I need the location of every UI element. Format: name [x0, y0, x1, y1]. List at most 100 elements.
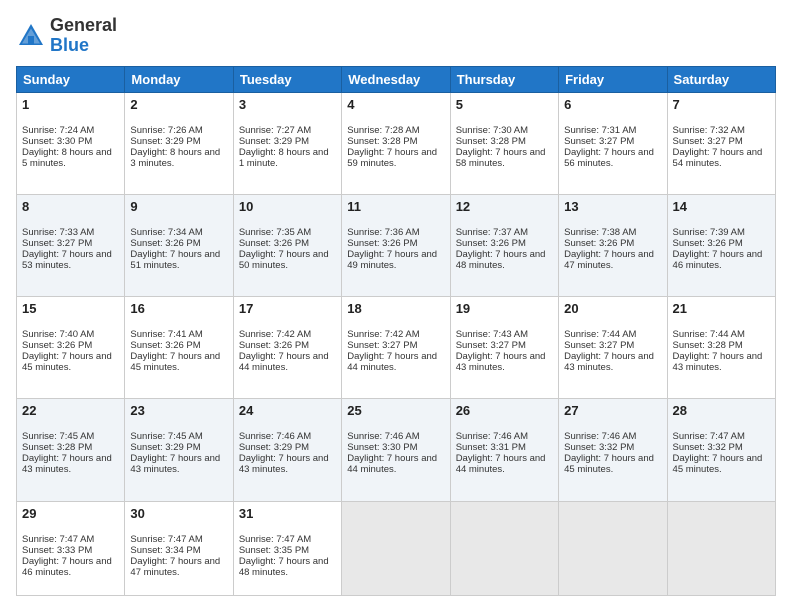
daylight-text: Daylight: 7 hours and 48 minutes. [239, 556, 329, 578]
daylight-text: Daylight: 7 hours and 58 minutes. [456, 147, 546, 169]
daylight-text: Daylight: 8 hours and 5 minutes. [22, 147, 112, 169]
day-number: 18 [347, 301, 444, 316]
day-number: 9 [130, 199, 227, 214]
table-row: 30Sunrise: 7:47 AMSunset: 3:34 PMDayligh… [125, 501, 233, 595]
sunrise-text: Sunrise: 7:46 AM [239, 431, 311, 442]
sunrise-text: Sunrise: 7:47 AM [673, 431, 745, 442]
sunrise-text: Sunrise: 7:36 AM [347, 227, 419, 238]
logo-blue: Blue [50, 35, 89, 55]
table-row: 29 Sunrise: 7:47 AMSunset: 3:33 PMDayligh… [17, 501, 125, 595]
sunset-text: Sunset: 3:26 PM [347, 238, 417, 249]
col-tuesday: Tuesday [233, 66, 341, 92]
day-number: 29 [22, 506, 119, 521]
sunset-text: Sunset: 3:27 PM [456, 340, 526, 351]
table-row [559, 501, 667, 595]
col-friday: Friday [559, 66, 667, 92]
header: General Blue [16, 16, 776, 56]
table-row: 1Sunrise: 7:24 AMSunset: 3:30 PMDaylight… [17, 92, 125, 194]
sunset-text: Sunset: 3:28 PM [456, 136, 526, 147]
daylight-text: Daylight: 7 hours and 45 minutes. [22, 351, 112, 373]
sunrise-text: Sunrise: 7:42 AM [347, 329, 419, 340]
sunrise-text: Sunrise: 7:26 AM [130, 125, 202, 136]
sunrise-text: Sunrise: 7:45 AM [130, 431, 202, 442]
sunset-text: Sunset: 3:33 PM [22, 545, 92, 556]
daylight-text: Daylight: 7 hours and 45 minutes. [564, 453, 654, 475]
day-number: 14 [673, 199, 770, 214]
sunset-text: Sunset: 3:29 PM [130, 136, 200, 147]
sunrise-text: Sunrise: 7:38 AM [564, 227, 636, 238]
sunrise-text: Sunrise: 7:37 AM [456, 227, 528, 238]
table-row: 15Sunrise: 7:40 AMSunset: 3:26 PMDayligh… [17, 297, 125, 399]
sunset-text: Sunset: 3:32 PM [673, 442, 743, 453]
day-number: 23 [130, 403, 227, 418]
calendar-table: Sunday Monday Tuesday Wednesday Thursday… [16, 66, 776, 596]
col-wednesday: Wednesday [342, 66, 450, 92]
sunset-text: Sunset: 3:27 PM [564, 340, 634, 351]
table-row: 4Sunrise: 7:28 AMSunset: 3:28 PMDaylight… [342, 92, 450, 194]
sunrise-text: Sunrise: 7:28 AM [347, 125, 419, 136]
col-sunday: Sunday [17, 66, 125, 92]
sunset-text: Sunset: 3:30 PM [347, 442, 417, 453]
sunset-text: Sunset: 3:26 PM [564, 238, 634, 249]
daylight-text: Daylight: 7 hours and 47 minutes. [130, 556, 220, 578]
table-row: 16Sunrise: 7:41 AMSunset: 3:26 PMDayligh… [125, 297, 233, 399]
sunset-text: Sunset: 3:26 PM [456, 238, 526, 249]
day-number: 21 [673, 301, 770, 316]
sunrise-text: Sunrise: 7:34 AM [130, 227, 202, 238]
day-number: 17 [239, 301, 336, 316]
sunset-text: Sunset: 3:27 PM [22, 238, 92, 249]
table-row: 2 Sunrise: 7:26 AMSunset: 3:29 PMDaylight… [125, 92, 233, 194]
table-row: 18Sunrise: 7:42 AMSunset: 3:27 PMDayligh… [342, 297, 450, 399]
daylight-text: Daylight: 7 hours and 53 minutes. [22, 249, 112, 271]
page: General Blue Sunday Monday Tuesday Wedne… [0, 0, 792, 612]
day-number: 8 [22, 199, 119, 214]
sunrise-text: Sunrise: 7:46 AM [347, 431, 419, 442]
day-number: 6 [564, 97, 661, 112]
table-row [342, 501, 450, 595]
logo-general: General [50, 15, 117, 35]
day-number: 5 [456, 97, 553, 112]
sunrise-text: Sunrise: 7:39 AM [673, 227, 745, 238]
table-row: 11Sunrise: 7:36 AMSunset: 3:26 PMDayligh… [342, 194, 450, 296]
sunset-text: Sunset: 3:35 PM [239, 545, 309, 556]
daylight-text: Daylight: 7 hours and 46 minutes. [22, 556, 112, 578]
day-number: 19 [456, 301, 553, 316]
sunrise-text: Sunrise: 7:24 AM [22, 125, 94, 136]
daylight-text: Daylight: 7 hours and 59 minutes. [347, 147, 437, 169]
sunrise-text: Sunrise: 7:40 AM [22, 329, 94, 340]
sunrise-text: Sunrise: 7:47 AM [22, 534, 94, 545]
table-row: 26Sunrise: 7:46 AMSunset: 3:31 PMDayligh… [450, 399, 558, 501]
daylight-text: Daylight: 7 hours and 43 minutes. [130, 453, 220, 475]
table-row: 20Sunrise: 7:44 AMSunset: 3:27 PMDayligh… [559, 297, 667, 399]
daylight-text: Daylight: 7 hours and 45 minutes. [673, 453, 763, 475]
day-number: 26 [456, 403, 553, 418]
daylight-text: Daylight: 8 hours and 1 minute. [239, 147, 329, 169]
col-monday: Monday [125, 66, 233, 92]
daylight-text: Daylight: 7 hours and 51 minutes. [130, 249, 220, 271]
day-number: 31 [239, 506, 336, 521]
table-row: 3Sunrise: 7:27 AMSunset: 3:29 PMDaylight… [233, 92, 341, 194]
table-row: 10Sunrise: 7:35 AMSunset: 3:26 PMDayligh… [233, 194, 341, 296]
sunrise-text: Sunrise: 7:47 AM [239, 534, 311, 545]
sunrise-text: Sunrise: 7:31 AM [564, 125, 636, 136]
table-row [667, 501, 775, 595]
daylight-text: Daylight: 7 hours and 45 minutes. [130, 351, 220, 373]
table-row: 17Sunrise: 7:42 AMSunset: 3:26 PMDayligh… [233, 297, 341, 399]
sunset-text: Sunset: 3:27 PM [347, 340, 417, 351]
logo-text: General Blue [50, 16, 117, 56]
sunset-text: Sunset: 3:26 PM [130, 238, 200, 249]
table-row: 6Sunrise: 7:31 AMSunset: 3:27 PMDaylight… [559, 92, 667, 194]
sunset-text: Sunset: 3:28 PM [673, 340, 743, 351]
logo-icon [16, 21, 46, 51]
table-row: 9 Sunrise: 7:34 AMSunset: 3:26 PMDaylight… [125, 194, 233, 296]
table-row: 8Sunrise: 7:33 AMSunset: 3:27 PMDaylight… [17, 194, 125, 296]
day-number: 16 [130, 301, 227, 316]
calendar-row-2: 8Sunrise: 7:33 AMSunset: 3:27 PMDaylight… [17, 194, 776, 296]
sunrise-text: Sunrise: 7:32 AM [673, 125, 745, 136]
sunset-text: Sunset: 3:29 PM [239, 442, 309, 453]
table-row: 19Sunrise: 7:43 AMSunset: 3:27 PMDayligh… [450, 297, 558, 399]
table-row: 28Sunrise: 7:47 AMSunset: 3:32 PMDayligh… [667, 399, 775, 501]
day-number: 2 [130, 97, 227, 112]
daylight-text: Daylight: 7 hours and 47 minutes. [564, 249, 654, 271]
daylight-text: Daylight: 8 hours and 3 minutes. [130, 147, 220, 169]
